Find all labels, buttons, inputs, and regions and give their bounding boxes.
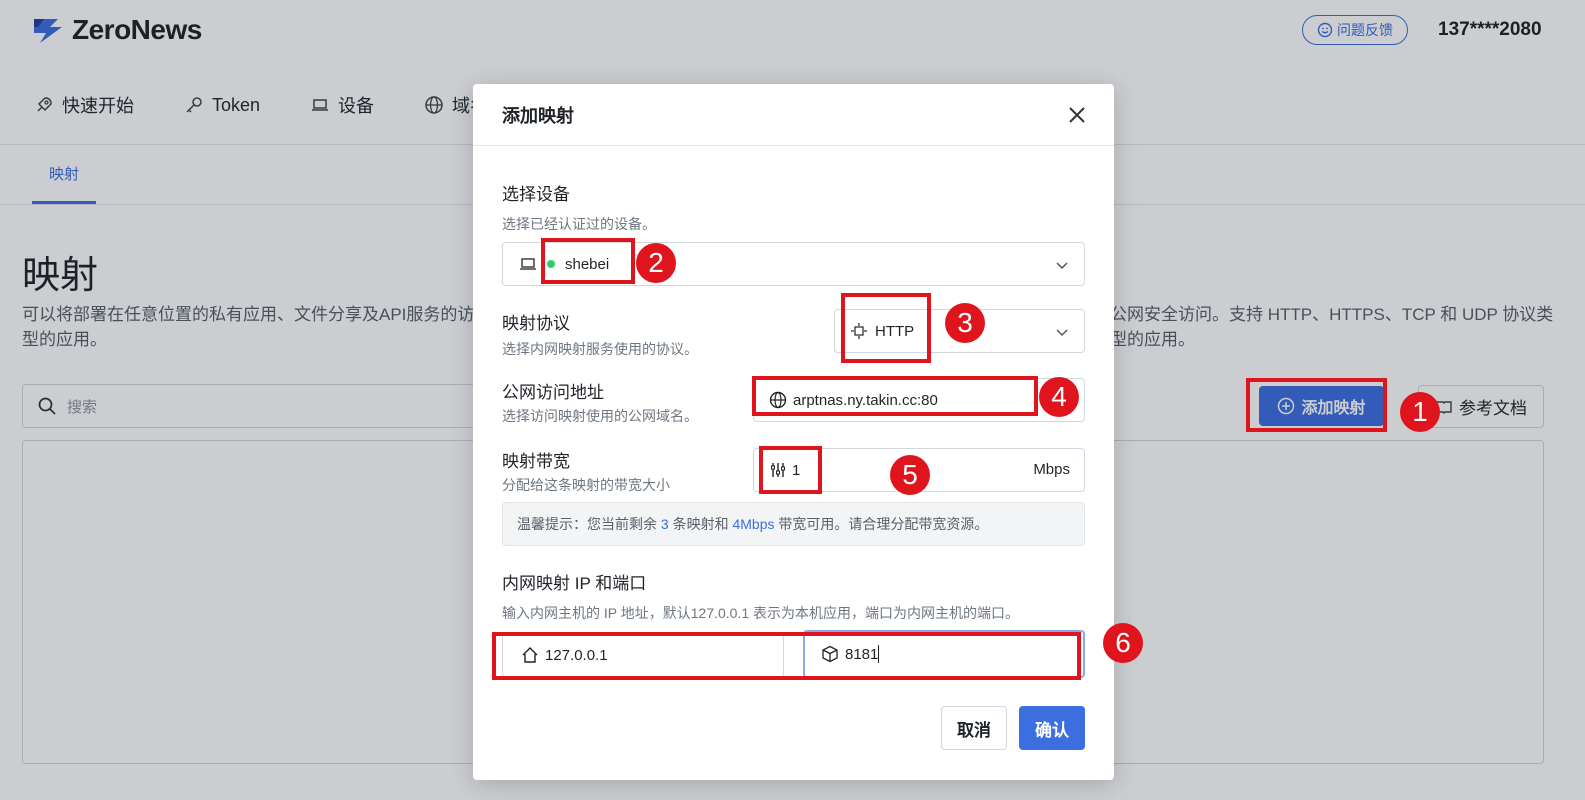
annotation-box-6 [492,632,1081,680]
annotation-number-4: 4 [1039,377,1079,417]
annotation-number-2: 2 [636,243,676,283]
annotation-number-5: 5 [890,455,930,495]
device-label: 选择设备 [502,185,570,204]
tip-text: 温馨提示：您当前剩余 [517,516,661,532]
laptop-icon [520,258,536,270]
annotation-box-3 [841,293,931,363]
remaining-maps-count: 3 [660,516,669,532]
internal-address-hint: 输入内网主机的 IP 地址，默认127.0.0.1 表示为本机应用，端口为内网主… [502,605,1020,621]
tip-text: 条映射和 [668,516,733,532]
annotation-number-3: 3 [945,303,985,343]
chevron-down-icon [1056,262,1068,270]
dialog-title: 添加映射 [502,105,574,126]
close-icon[interactable] [1064,102,1090,128]
internal-address-label: 内网映射 IP 和端口 [502,574,647,593]
chevron-down-icon [1056,329,1068,337]
annotation-box-2 [541,238,635,284]
annotation-number-6: 6 [1103,623,1143,663]
public-address-hint: 选择访问映射使用的公网域名。 [502,408,698,424]
bandwidth-tip: 温馨提示：您当前剩余 3 条映射和 4Mbps 带宽可用。请合理分配带宽资源。 [502,502,1085,546]
annotation-box-5 [759,446,822,494]
dialog-header: 添加映射 [473,84,1114,146]
protocol-label: 映射协议 [502,314,570,333]
device-hint: 选择已经认证过的设备。 [502,216,656,232]
annotation-number-1: 1 [1400,392,1440,432]
protocol-hint: 选择内网映射服务使用的协议。 [502,341,698,357]
bandwidth-unit: Mbps [1033,461,1070,478]
remaining-bandwidth: 4Mbps [732,516,775,532]
confirm-button[interactable]: 确认 [1019,706,1085,750]
tip-text: 带宽可用。请合理分配带宽资源。 [774,516,989,532]
public-address-label: 公网访问地址 [502,383,604,402]
bandwidth-hint: 分配给这条映射的带宽大小 [502,477,670,493]
cancel-button[interactable]: 取消 [941,706,1007,750]
bandwidth-label: 映射带宽 [502,452,570,471]
annotation-box-1 [1246,378,1387,432]
annotation-box-4 [752,376,1038,416]
